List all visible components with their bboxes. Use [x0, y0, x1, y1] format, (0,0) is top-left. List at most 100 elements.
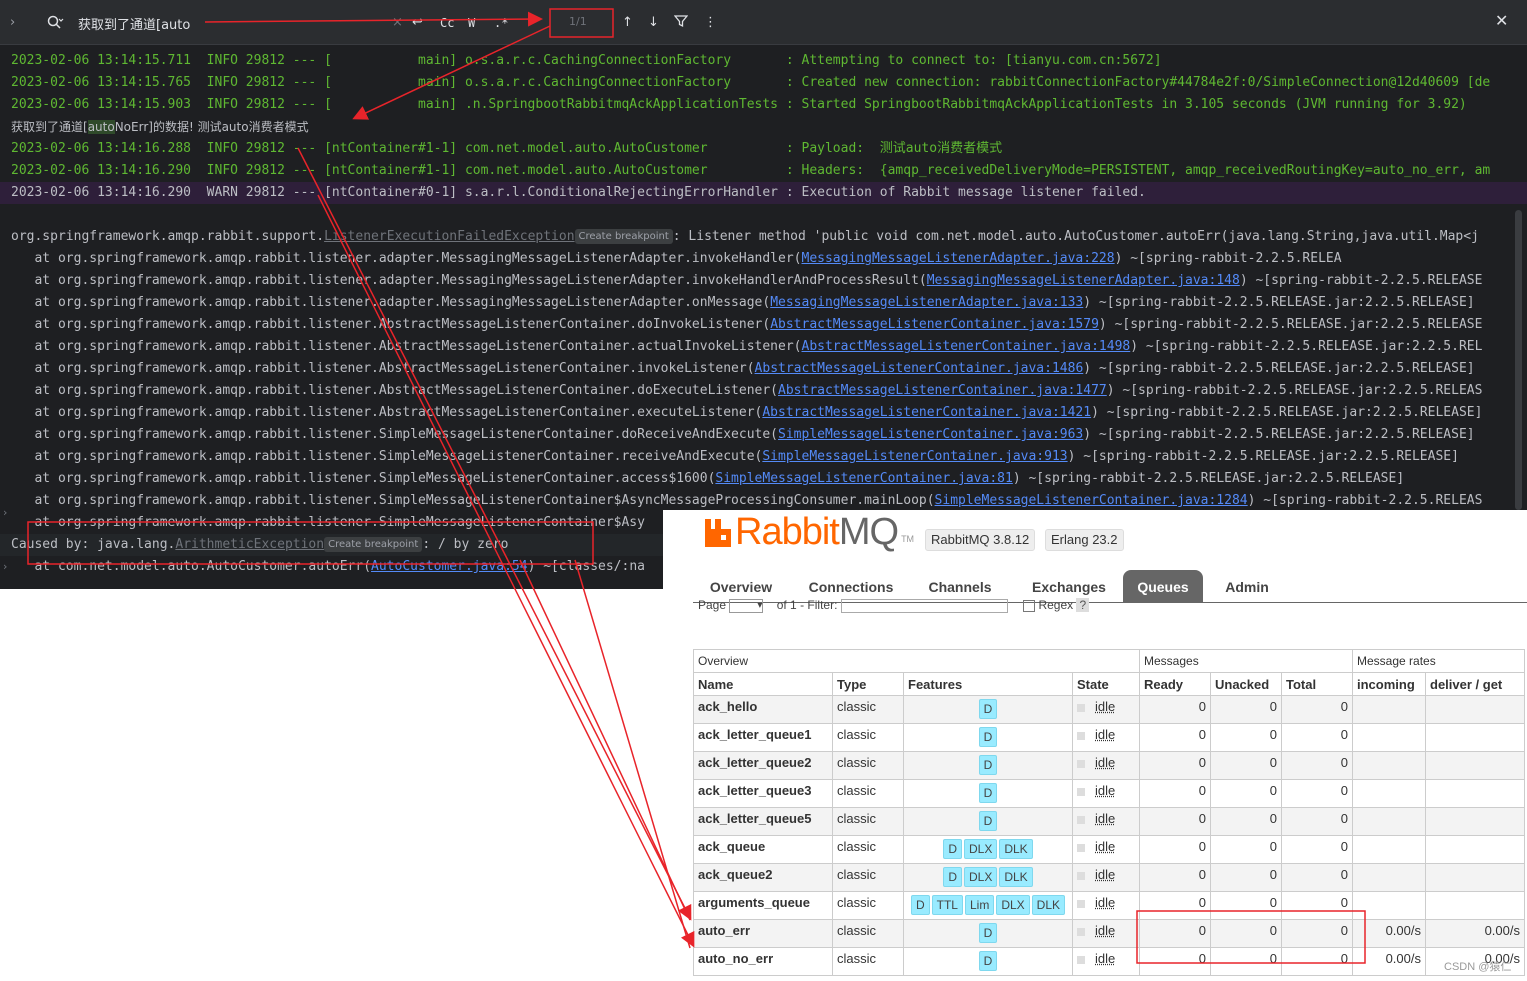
queue-features: D — [903, 919, 1073, 948]
rate-incoming — [1352, 723, 1426, 752]
source-link[interactable]: MessagingMessageListenerAdapter.java:133 — [770, 295, 1083, 310]
feature-badge: Lim — [964, 895, 995, 915]
queues-table-body: ack_hello classic Didle 0 0 0 ack_letter_queue… — [693, 695, 1525, 976]
messages-total: 0 — [1281, 835, 1353, 864]
rate-incoming — [1352, 891, 1426, 920]
rate-deliver-get — [1425, 723, 1525, 752]
table-row: auto_err classic Didle 0 0 0 0.00/s 0.00/s — [693, 919, 1525, 948]
stack-frame: at org.springframework.amqp.rabbit.liste… — [11, 361, 1475, 376]
fold-chevron-icon[interactable]: › — [3, 560, 7, 573]
messages-unacked: 0 — [1210, 779, 1282, 808]
exception-class-link[interactable]: ListenerExecutionFailedException — [324, 229, 574, 244]
source-link[interactable]: AbstractMessageListenerContainer.java:14… — [762, 405, 1091, 420]
feature-badge: D — [943, 867, 962, 887]
stack-frame: at org.springframework.amqp.rabbit.liste… — [11, 251, 1342, 266]
state-label: idle — [1095, 727, 1116, 742]
create-breakpoint-button[interactable]: Create breakpoint — [574, 229, 673, 244]
feature-badge: D — [978, 783, 998, 803]
col-ready[interactable]: Ready — [1139, 672, 1211, 696]
filter-input[interactable] — [840, 598, 1008, 613]
stack-frame: at org.springframework.amqp.rabbit.liste… — [11, 449, 1459, 464]
col-state[interactable]: State — [1072, 672, 1140, 696]
source-link[interactable]: AbstractMessageListenerContainer.java:15… — [770, 317, 1099, 332]
regex-help-icon[interactable]: ? — [1076, 598, 1090, 612]
queue-state: idle — [1072, 891, 1140, 920]
col-unacked[interactable]: Unacked — [1210, 672, 1282, 696]
queue-type: classic — [832, 779, 904, 808]
tab-admin[interactable]: Admin — [1211, 570, 1283, 602]
source-link[interactable]: AbstractMessageListenerContainer.java:14… — [755, 361, 1084, 376]
source-link[interactable]: AbstractMessageListenerContainer.java:14… — [802, 339, 1131, 354]
source-link[interactable]: MessagingMessageListenerAdapter.java:148 — [927, 273, 1240, 288]
queue-features: D — [903, 751, 1073, 780]
rate-incoming — [1352, 807, 1426, 836]
table-row: ack_letter_queue2 classic Didle 0 0 0 — [693, 751, 1525, 780]
state-label: idle — [1095, 951, 1116, 966]
queue-name-link[interactable]: ack_hello — [693, 695, 833, 724]
queue-features: D — [903, 947, 1073, 976]
queue-name-link[interactable]: auto_no_err — [693, 947, 833, 976]
state-indicator-icon — [1077, 815, 1085, 824]
messages-ready: 0 — [1139, 751, 1211, 780]
watermark: CSDN @猿仁 — [1444, 961, 1512, 973]
tab-queues[interactable]: Queues — [1123, 570, 1203, 602]
source-link[interactable]: MessagingMessageListenerAdapter.java:228 — [802, 251, 1115, 266]
source-link[interactable]: SimpleMessageListenerContainer.java:963 — [778, 427, 1083, 442]
state-indicator-icon — [1077, 759, 1085, 768]
queue-name-link[interactable]: ack_queue — [693, 835, 833, 864]
queue-type: classic — [832, 807, 904, 836]
state-label: idle — [1095, 811, 1116, 826]
create-breakpoint-button[interactable]: Create breakpoint — [324, 537, 423, 552]
queue-type: classic — [832, 863, 904, 892]
state-indicator-icon — [1077, 899, 1085, 908]
queue-state: idle — [1072, 863, 1140, 892]
col-deliver-get[interactable]: deliver / get — [1425, 672, 1525, 696]
messages-ready: 0 — [1139, 695, 1211, 724]
queue-name-link[interactable]: auto_err — [693, 919, 833, 948]
messages-ready: 0 — [1139, 863, 1211, 892]
queue-state: idle — [1072, 779, 1140, 808]
queue-name-link[interactable]: ack_queue2 — [693, 863, 833, 892]
fold-chevron-icon[interactable]: › — [3, 506, 7, 519]
state-label: idle — [1095, 755, 1116, 770]
col-total[interactable]: Total — [1281, 672, 1353, 696]
console-scrollbar[interactable] — [1515, 210, 1522, 510]
queue-features: D DLX DLK — [903, 863, 1073, 892]
close-find-icon[interactable]: ✕ — [1495, 12, 1508, 30]
source-link[interactable]: AbstractMessageListenerContainer.java:14… — [778, 383, 1107, 398]
queue-name-link[interactable]: ack_letter_queue2 — [693, 751, 833, 780]
queue-name-link[interactable]: ack_letter_queue3 — [693, 779, 833, 808]
regex-checkbox[interactable] — [1023, 599, 1036, 612]
queue-name-link[interactable]: ack_letter_queue5 — [693, 807, 833, 836]
col-name[interactable]: Name — [693, 672, 833, 696]
rate-deliver-get — [1425, 695, 1525, 724]
stack-frame: at org.springframework.amqp.rabbit.liste… — [11, 471, 1405, 486]
rate-deliver-get — [1425, 891, 1525, 920]
source-link[interactable]: SimpleMessageListenerContainer.java:913 — [762, 449, 1067, 464]
queue-state: idle — [1072, 751, 1140, 780]
page-select[interactable]: ▾ — [729, 598, 764, 613]
erlang-version-badge: Erlang 23.2 — [1045, 529, 1124, 551]
col-features[interactable]: Features — [903, 672, 1073, 696]
arithmetic-exception-link[interactable]: ArithmeticException — [175, 537, 324, 552]
rate-incoming: 0.00/s — [1352, 947, 1426, 976]
state-indicator-icon — [1077, 731, 1085, 740]
queue-name-link[interactable]: arguments_queue — [693, 891, 833, 920]
stack-frame: at org.springframework.amqp.rabbit.liste… — [11, 295, 1475, 310]
table-row: ack_letter_queue1 classic Didle 0 0 0 — [693, 723, 1525, 752]
col-incoming[interactable]: incoming — [1352, 672, 1426, 696]
stack-frame: at org.springframework.amqp.rabbit.liste… — [11, 339, 1483, 354]
feature-badge: DLX — [963, 867, 998, 887]
source-link[interactable]: SimpleMessageListenerContainer.java:1284 — [935, 493, 1248, 508]
queue-type: classic — [832, 723, 904, 752]
feature-badge: D — [978, 923, 998, 943]
col-type[interactable]: Type — [832, 672, 904, 696]
rabbitmq-logo: RabbitMQ TM — [705, 511, 914, 553]
source-link[interactable]: SimpleMessageListenerContainer.java:81 — [715, 471, 1012, 486]
exception-line: org.springframework.amqp.rabbit.support.… — [11, 229, 1479, 244]
source-link[interactable]: AutoCustomer.java:54 — [371, 559, 528, 574]
queue-name-link[interactable]: ack_letter_queue1 — [693, 723, 833, 752]
pagination-bar: Page ▾ of 1 - Filter: Regex ? — [698, 598, 1090, 613]
state-label: idle — [1095, 923, 1116, 938]
feature-badge: DLK — [999, 839, 1033, 859]
